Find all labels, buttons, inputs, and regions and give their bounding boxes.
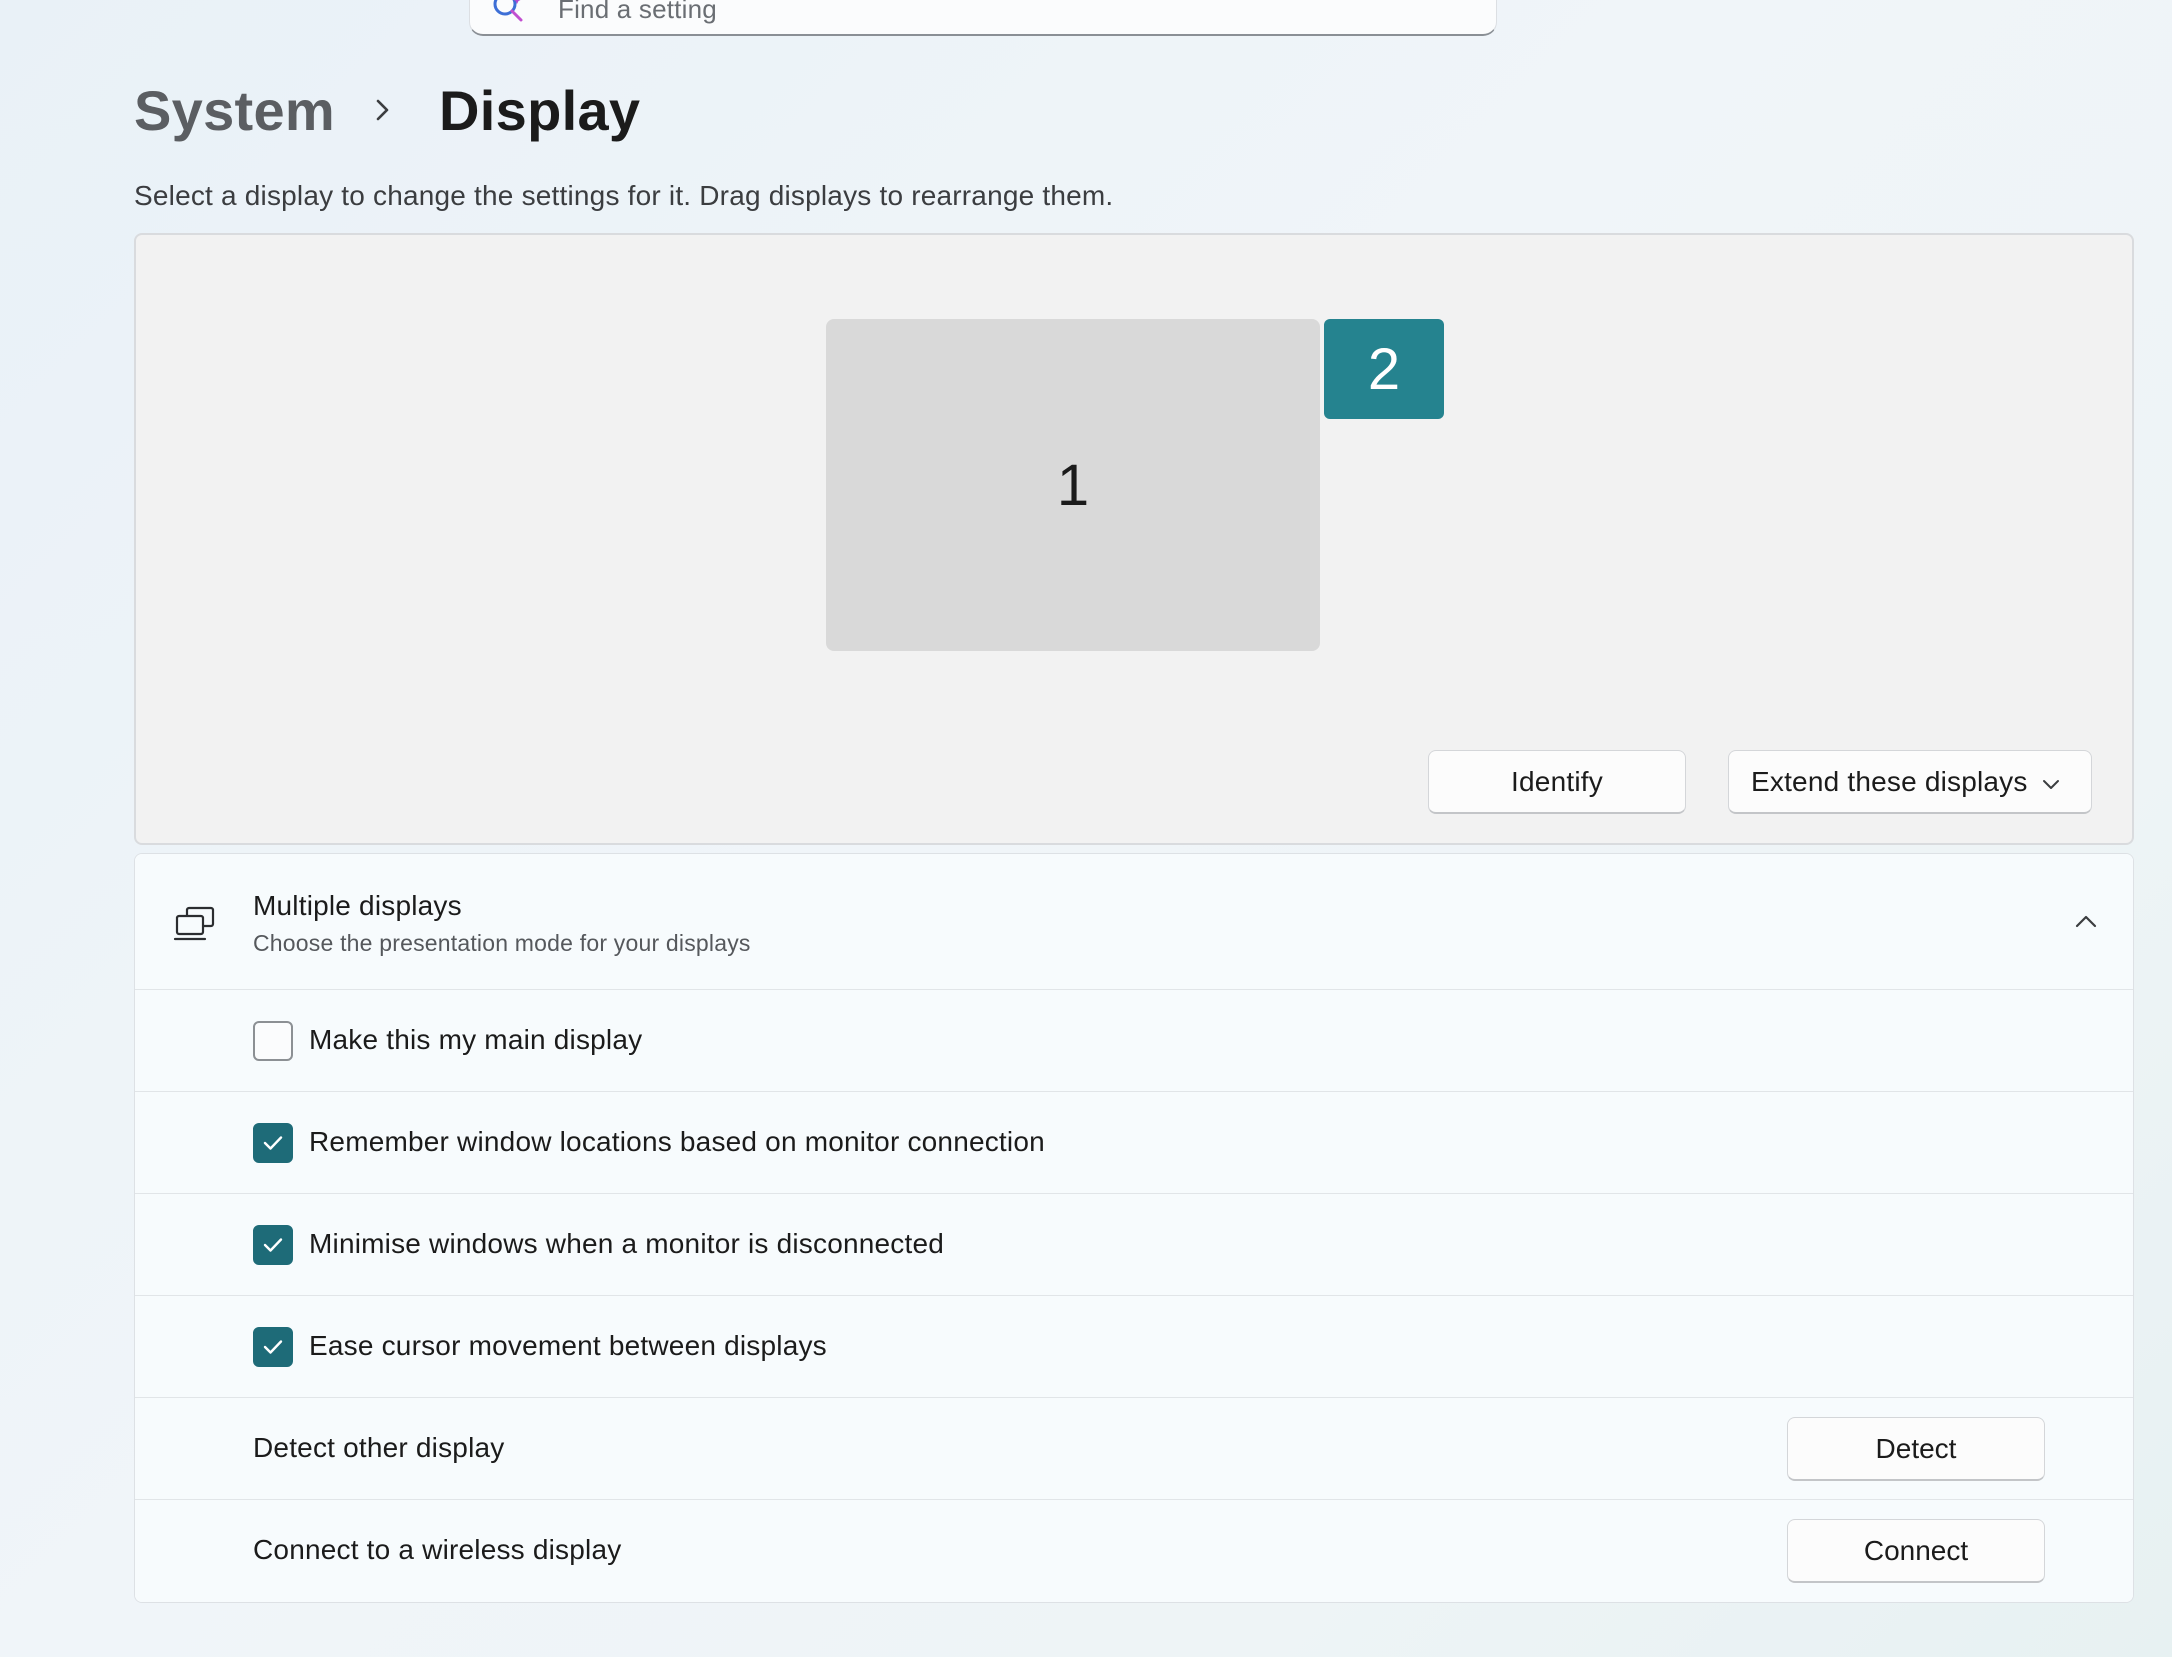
remember-locations-checkbox[interactable] [253, 1123, 293, 1163]
option-row-minimise-windows: Minimise windows when a monitor is disco… [135, 1194, 2133, 1296]
monitor-1-label: 1 [1056, 452, 1090, 518]
connect-wireless-row: Connect to a wireless display Connect [135, 1500, 2133, 1602]
checkmark-icon [263, 1136, 283, 1150]
multiple-displays-header[interactable]: Multiple displays Choose the presentatio… [135, 854, 2133, 990]
breadcrumb-system-link[interactable]: System [134, 78, 335, 143]
ease-cursor-checkbox[interactable] [253, 1327, 293, 1367]
option-row-ease-cursor: Ease cursor movement between displays [135, 1296, 2133, 1398]
checkmark-icon [263, 1238, 283, 1252]
multiple-displays-title: Multiple displays [253, 890, 462, 921]
chevron-down-icon [2041, 766, 2061, 798]
multiple-displays-description: Choose the presentation mode for your di… [253, 930, 751, 956]
option-row-main-display: Make this my main display [135, 990, 2133, 1092]
minimise-windows-label: Minimise windows when a monitor is disco… [309, 1228, 945, 1259]
detect-button[interactable]: Detect [1787, 1417, 2045, 1481]
connect-button-label: Connect [1863, 1534, 1969, 1566]
multiple-displays-icon [173, 904, 217, 944]
ease-cursor-label: Ease cursor movement between displays [309, 1330, 827, 1361]
connect-wireless-label: Connect to a wireless display [253, 1534, 622, 1565]
multiple-displays-section: Multiple displays Choose the presentatio… [134, 853, 2134, 1603]
monitor-2-tile[interactable]: 2 [1324, 319, 1444, 419]
detect-display-label: Detect other display [253, 1432, 505, 1463]
remember-locations-label: Remember window locations based on monit… [309, 1126, 1045, 1157]
search-input[interactable]: Find a setting [558, 0, 717, 25]
checkmark-icon [263, 1340, 283, 1354]
connect-button[interactable]: Connect [1787, 1519, 2045, 1583]
chevron-right-icon [353, 97, 413, 123]
display-arrangement-panel: 1 2 Identify Extend these displays [134, 233, 2134, 845]
display-mode-dropdown[interactable]: Extend these displays [1728, 750, 2092, 814]
identify-button[interactable]: Identify [1428, 750, 1686, 814]
identify-button-label: Identify [1511, 765, 1603, 797]
detect-button-label: Detect [1875, 1432, 1957, 1464]
search-icon [490, 0, 558, 30]
minimise-windows-checkbox[interactable] [253, 1225, 293, 1265]
monitor-1-tile[interactable]: 1 [826, 319, 1320, 651]
display-mode-value: Extend these displays [1751, 765, 2028, 797]
chevron-up-icon[interactable] [2073, 912, 2099, 930]
main-display-checkbox[interactable] [253, 1021, 293, 1061]
page-subtitle: Select a display to change the settings … [134, 180, 1114, 211]
breadcrumb: System Display [134, 70, 640, 150]
monitor-2-label: 2 [1367, 336, 1401, 402]
page-title: Display [439, 78, 641, 142]
option-row-remember-locations: Remember window locations based on monit… [135, 1092, 2133, 1194]
detect-display-row: Detect other display Detect [135, 1398, 2133, 1500]
search-box[interactable]: Find a setting [469, 0, 1497, 36]
main-display-label: Make this my main display [309, 1024, 643, 1055]
